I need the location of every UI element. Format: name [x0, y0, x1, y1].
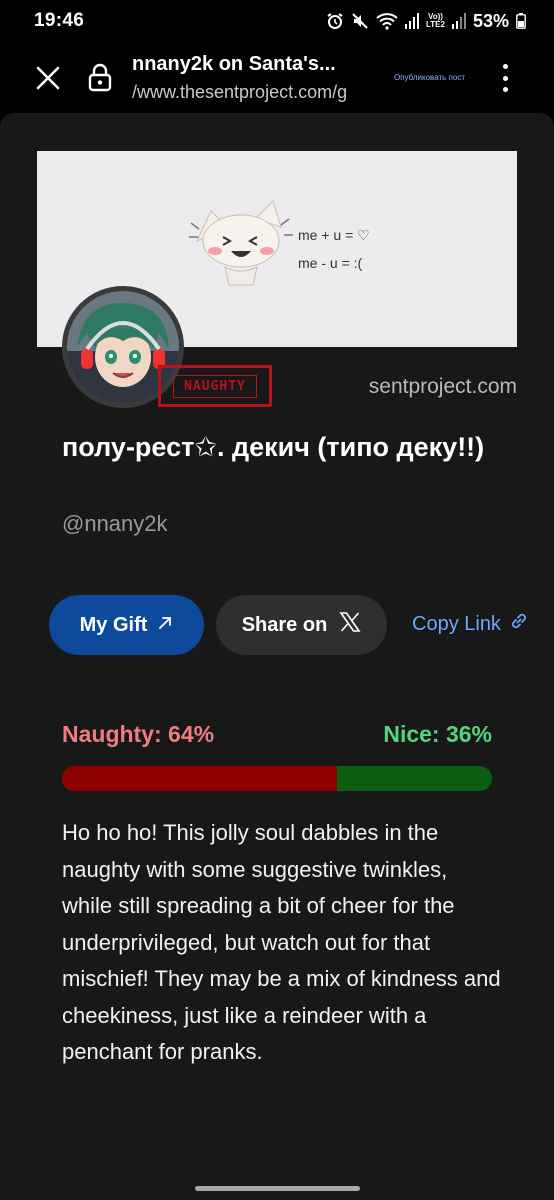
- publish-post-link[interactable]: Опубликовать пост: [394, 73, 465, 82]
- link-icon: [509, 611, 529, 637]
- profile-description: Ho ho ho! This jolly soul dabbles in the…: [62, 820, 501, 1064]
- site-name: sentproject.com: [368, 375, 517, 398]
- profile-handle: @nnany2k: [62, 511, 168, 536]
- alarm-icon: [326, 12, 344, 30]
- banner-text: me + u = ♡: [298, 227, 370, 243]
- mute-icon: [351, 12, 369, 30]
- browser-toolbar: nnany2k on Santa's... /www.thesentprojec…: [0, 42, 554, 112]
- wifi-icon: [376, 12, 398, 30]
- close-icon[interactable]: [34, 64, 62, 92]
- page-title: nnany2k on Santa's...: [132, 53, 336, 75]
- naughty-nice-meter: [62, 766, 492, 791]
- home-indicator[interactable]: [195, 1186, 360, 1191]
- profile-display-name: полу-рест✩. декич (типо деку!!): [62, 432, 485, 462]
- profile-card: me + u = ♡ me - u = :( NAUGHTY sentproje…: [0, 113, 554, 1200]
- my-gift-button[interactable]: My Gift: [49, 595, 204, 655]
- nice-score: Nice: 36%: [383, 721, 492, 747]
- my-gift-label: My Gift: [79, 613, 148, 636]
- lte-text: LTE2: [426, 20, 445, 29]
- arrow-up-right-icon: [157, 614, 173, 637]
- copy-link-label: Copy Link: [412, 612, 501, 635]
- status-time: 19:46: [34, 10, 85, 31]
- copy-link-button[interactable]: Copy Link: [412, 611, 529, 637]
- signal-icon: [451, 13, 466, 29]
- lock-icon[interactable]: [88, 62, 112, 92]
- share-on-x-button[interactable]: Share on: [216, 595, 387, 655]
- naughty-meter-fill: [62, 766, 338, 791]
- stamp-label: NAUGHTY: [173, 374, 257, 398]
- lte-indicator: Vo)) LTE2: [426, 13, 445, 29]
- status-bar: 19:46 Vo)) LTE2 53%: [0, 0, 554, 42]
- cat-mascot-image: [189, 200, 293, 286]
- status-icons: Vo)) LTE2 53%: [326, 11, 526, 32]
- battery-icon: [516, 13, 526, 29]
- more-vert-icon[interactable]: [494, 62, 516, 94]
- x-logo-icon: [339, 611, 361, 639]
- naughty-score: Naughty: 64%: [62, 721, 215, 747]
- signal-icon: [405, 13, 419, 29]
- share-label: Share on: [241, 613, 328, 636]
- banner-text: me - u = :(: [298, 255, 363, 271]
- battery-percent: 53%: [472, 10, 509, 31]
- naughty-stamp: NAUGHTY: [158, 365, 272, 407]
- page-url[interactable]: /www.thesentproject.com/g: [132, 82, 378, 103]
